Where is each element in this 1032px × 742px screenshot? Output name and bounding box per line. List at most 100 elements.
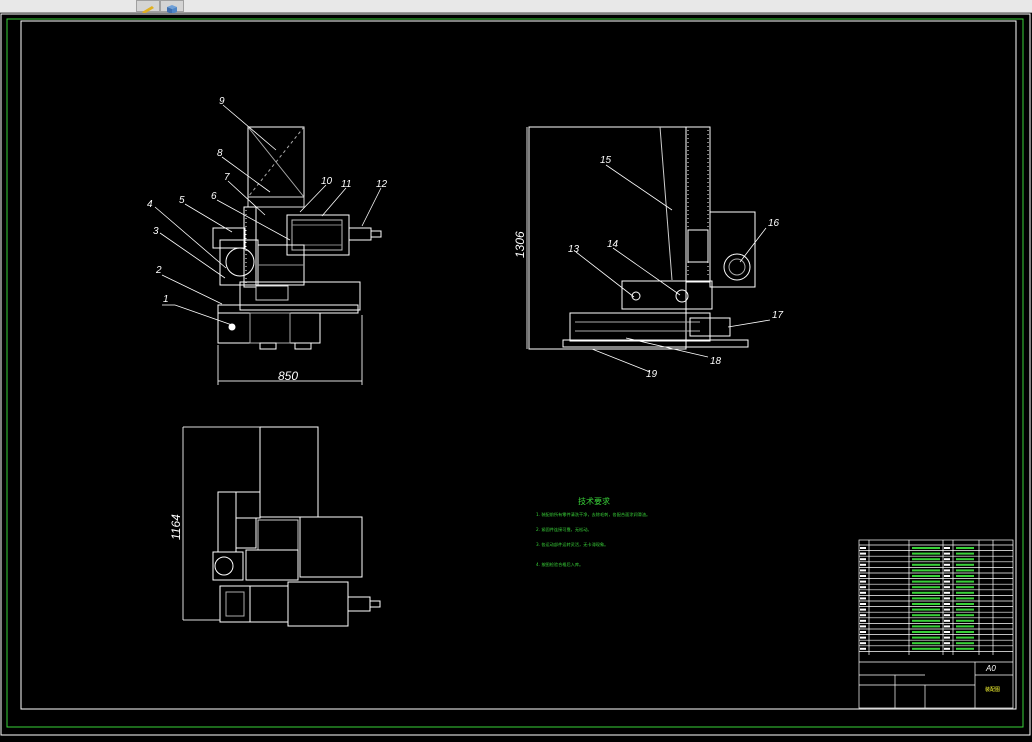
bom-cell-mark [956,636,974,639]
part-label: 15 [600,155,612,166]
pen-icon[interactable] [136,0,160,14]
bom-cell-mark [912,563,940,566]
bom-cell-mark [944,614,950,617]
tech-requirement-line: 3. 各运动部件运转灵活，无卡滞现象。 [536,541,608,548]
bom-cell-mark [956,631,974,633]
part-label: 10 [321,176,333,187]
tech-requirement-line: 1. 装配前所有零件清洗干净，去除毛刺，各配合面涂润滑油。 [536,511,650,518]
bom-cell-mark [912,608,940,611]
bom-cell-mark [912,647,940,650]
bom-cell-mark [944,591,950,594]
bom-cell-mark [860,603,866,605]
bom-cell-mark [944,558,950,561]
bom-cell-mark [860,558,866,561]
bom-cell-mark [944,603,950,605]
front-view [154,104,382,385]
tech-requirements: 技术要求 1. 装配前所有零件清洗干净，去除毛刺，各配合面涂润滑油。 2. 紧固… [536,496,650,568]
tech-requirements-title: 技术要求 [578,496,610,506]
bom-cell-mark [956,619,974,622]
dimension-front-width: 850 [278,369,298,383]
bom-cell-mark [912,631,940,633]
bom-cell-mark [912,586,940,589]
outer-frame [0,13,1031,736]
bom-cell-mark [944,619,950,622]
part-label: 6 [211,191,217,202]
part-label: 14 [607,239,619,250]
tech-requirement-line: 2. 紧固件连接可靠，无松动。 [536,526,592,533]
sheet-size: A0 [985,664,996,673]
cad-toolbar [0,0,1032,14]
part-label: 7 [224,172,230,183]
cube-icon[interactable] [160,0,184,14]
bom-cell-mark [944,608,950,611]
bom-cell-mark [912,603,940,605]
bom-cell-mark [860,597,866,600]
bom-cell-mark [944,636,950,639]
part-label: 2 [155,265,162,276]
bom-cell-mark [912,558,940,561]
drawing-border [6,18,1024,728]
part-label: 3 [153,226,159,237]
bom-cell-mark [944,625,950,628]
bom-cell-mark [956,647,974,650]
bom-cell-mark [860,625,866,628]
bom-cell-mark [944,563,950,566]
part-label: 4 [147,199,153,210]
bom-cell-mark [956,597,974,600]
side-part-labels: 13 14 15 16 17 18 19 [568,155,784,380]
bom-cell-mark [944,569,950,572]
bom-cell-mark [860,552,866,555]
bom-cell-mark [944,552,950,555]
bom-cell-mark [956,608,974,611]
bom-cell-mark [860,580,866,583]
bom-cell-mark [944,647,950,650]
bom-cell-mark [944,642,950,645]
drawing-sheet: 1 2 3 4 5 6 7 8 9 10 11 12 850 13 14 15 … [0,13,1031,736]
part-label: 11 [341,179,351,190]
bom-cell-mark [956,625,974,628]
bom-cell-mark [860,642,866,645]
part-label: 13 [568,244,580,255]
bom-cell-mark [912,575,940,577]
part-label: 17 [772,310,784,321]
bom-cell-mark [912,642,940,645]
bom-cell-mark [956,569,974,572]
bom-cell-mark [956,586,974,589]
bom-cell-mark [956,558,974,561]
bom-cell-mark [860,591,866,594]
part-label: 9 [219,96,225,107]
part-label: 18 [710,356,722,367]
bom-cell-mark [944,580,950,583]
side-view [526,126,771,373]
inner-frame [20,20,1017,710]
bom-cell-mark [956,552,974,555]
part-label: 16 [768,218,780,229]
bom-cell-mark [860,586,866,589]
bom-cell-mark [944,547,950,549]
bom-cell-mark [912,591,940,594]
bom-cell-mark [860,614,866,617]
dimension-top-height: 1164 [169,514,183,540]
part-label: 1 [163,294,169,305]
bom-cell-mark [912,569,940,572]
bom-cell-mark [956,642,974,645]
bom-cell-mark [912,625,940,628]
bom-cell-mark [956,563,974,566]
bom-cell-mark [860,575,866,577]
part-label: 5 [179,195,185,206]
part-label: 8 [217,148,223,159]
bom-cell-mark [956,614,974,617]
bom-cell-mark [944,586,950,589]
bom-cell-mark [912,547,940,549]
bom-cell-mark [860,563,866,566]
bom-cell-mark [912,597,940,600]
dimension-side-height: 1306 [513,231,527,258]
bom-cell-mark [912,636,940,639]
cad-drawing-area[interactable]: 1 2 3 4 5 6 7 8 9 10 11 12 850 13 14 15 … [0,13,1032,737]
bom-cell-mark [860,619,866,622]
bom-cell-mark [860,547,866,549]
bom-cell-mark [944,575,950,577]
bom-cell-mark [860,647,866,650]
bom-cell-mark [944,597,950,600]
bom-cell-mark [956,603,974,605]
